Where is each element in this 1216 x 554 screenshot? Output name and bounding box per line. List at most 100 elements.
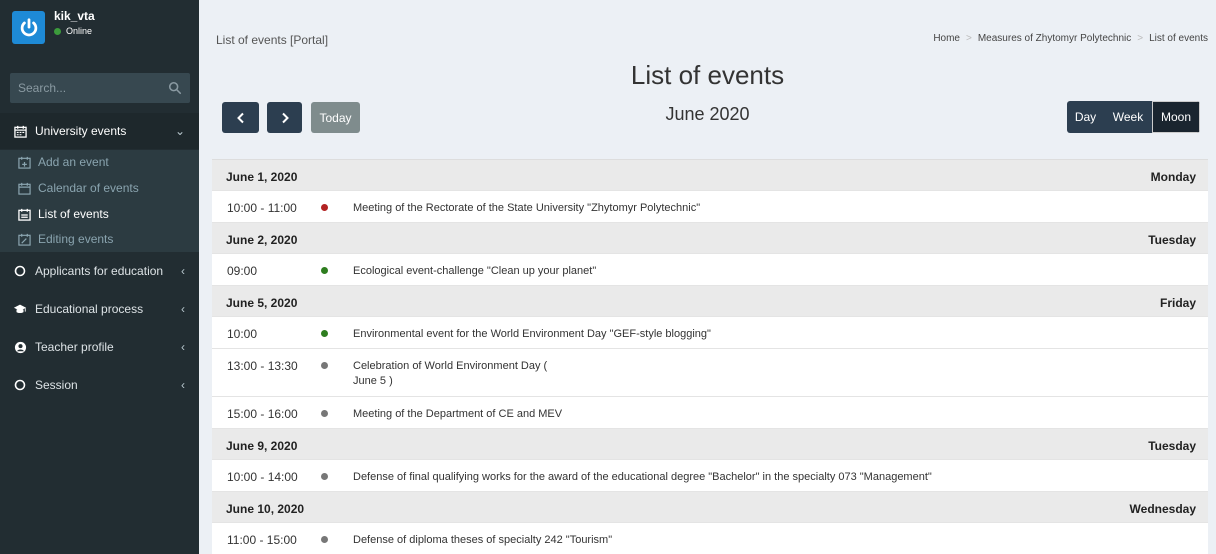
user-circle-icon <box>13 340 27 354</box>
event-status-dot-icon <box>321 473 328 480</box>
events-list: June 1, 2020 Monday 10:00 - 11:00 Meetin… <box>212 159 1208 554</box>
date-row: June 10, 2020 Wednesday <box>212 492 1208 523</box>
date-row: June 9, 2020 Tuesday <box>212 429 1208 460</box>
event-title[interactable]: Defense of diploma theses of specialty 2… <box>353 533 612 548</box>
view-month-button[interactable]: Moon <box>1152 101 1200 133</box>
chevron-down-icon: ⌄ <box>174 124 185 138</box>
chevron-left-icon: ‹ <box>181 302 185 316</box>
submenu-item-editing-events[interactable]: Editing events <box>0 228 199 250</box>
user-status: Online <box>54 26 92 36</box>
page-title: List of events [Portal] <box>216 33 329 47</box>
graduation-cap-icon <box>13 302 27 316</box>
event-title[interactable]: Meeting of the Department of CE and MEV <box>353 407 562 422</box>
search-box <box>10 73 190 103</box>
event-row[interactable]: 10:00 Environmental event for the World … <box>212 317 1208 349</box>
view-week-button[interactable]: Week <box>1104 101 1152 133</box>
sidebar-item-label: Educational process <box>35 302 144 316</box>
calendar-title: List of events <box>630 60 785 90</box>
power-icon <box>20 17 37 36</box>
event-date: June 5, 2020 <box>226 296 298 310</box>
status-label: Online <box>66 26 93 36</box>
search-icon[interactable] <box>168 81 182 95</box>
event-title[interactable]: Ecological event-challenge "Clean up you… <box>353 264 596 279</box>
event-time: 13:00 - 13:30 <box>227 359 298 373</box>
search-input[interactable] <box>10 73 160 103</box>
event-date: June 10, 2020 <box>226 502 305 516</box>
content-header: List of events [Portal] Home > Measures … <box>199 0 1216 50</box>
breadcrumb-measures[interactable]: Measures of Zhytomyr Polytechnic <box>978 33 1131 44</box>
submenu-item-add-event[interactable]: Add an event <box>0 151 199 173</box>
event-date: June 1, 2020 <box>226 170 298 184</box>
submenu-item-list-of-events[interactable]: List of events <box>0 203 199 225</box>
sidebar-item-label: Applicants for education <box>35 264 164 278</box>
view-day-button[interactable]: Day <box>1067 101 1104 133</box>
view-switcher: Day Week Moon <box>1067 101 1200 133</box>
event-row[interactable]: 10:00 - 14:00 Defense of final qualifyin… <box>212 460 1208 492</box>
chevron-left-icon <box>236 112 244 123</box>
event-time: 15:00 - 16:00 <box>227 407 298 421</box>
sidebar-item-session[interactable]: Session ‹ <box>0 367 199 403</box>
event-status-dot-icon <box>321 362 328 369</box>
event-row[interactable]: 10:00 - 11:00 Meeting of the Rectorate o… <box>212 191 1208 223</box>
calendar-edit-icon <box>18 233 31 246</box>
chevron-right-icon <box>281 112 289 123</box>
event-status-dot-icon <box>321 410 328 417</box>
chevron-left-icon: ‹ <box>181 340 185 354</box>
submenu-item-label: Add an event <box>38 155 109 169</box>
event-title-line: Celebration of World Environment Day ( <box>353 360 548 372</box>
avatar[interactable] <box>12 11 45 44</box>
event-date: June 9, 2020 <box>226 439 298 453</box>
event-weekday: Wednesday <box>1129 502 1196 516</box>
breadcrumb-separator-icon: > <box>1137 33 1144 44</box>
event-title[interactable]: Defense of final qualifying works for th… <box>353 470 932 485</box>
event-status-dot-icon <box>321 330 328 337</box>
online-dot-icon <box>54 27 61 35</box>
breadcrumb-home[interactable]: Home <box>933 33 960 44</box>
username: kik_vta <box>54 9 95 23</box>
prev-button[interactable] <box>222 102 259 133</box>
chevron-left-icon: ‹ <box>181 264 185 278</box>
event-row[interactable]: 13:00 - 13:30 Celebration of World Envir… <box>212 349 1208 397</box>
event-weekday: Friday <box>1159 296 1196 310</box>
event-title[interactable]: Celebration of World Environment Day ( J… <box>353 359 547 389</box>
circle-icon <box>13 378 27 392</box>
sidebar-item-university-events[interactable]: University events ⌄ <box>0 113 199 149</box>
submenu-university-events: Add an event Calendar of events List of … <box>0 150 199 252</box>
date-row: June 2, 2020 Tuesday <box>212 223 1208 254</box>
event-time: 10:00 <box>227 327 258 341</box>
sidebar-item-teacher-profile[interactable]: Teacher profile ‹ <box>0 329 199 365</box>
event-time: 11:00 - 15:00 <box>227 533 297 547</box>
user-panel: kik_vta Online <box>0 0 199 64</box>
calendar-icon <box>13 124 27 138</box>
event-status-dot-icon <box>321 536 328 543</box>
event-row[interactable]: 11:00 - 15:00 Defense of diploma theses … <box>212 523 1208 554</box>
sidebar-item-label: Teacher profile <box>35 340 114 354</box>
calendar-icon <box>18 182 31 195</box>
next-button[interactable] <box>267 102 302 133</box>
event-weekday: Tuesday <box>1148 439 1196 453</box>
circle-icon <box>13 264 27 278</box>
event-date: June 2, 2020 <box>226 233 298 247</box>
sidebar-item-label: Session <box>35 378 78 392</box>
event-time: 10:00 - 14:00 <box>227 470 298 484</box>
calendar-plus-icon <box>18 156 31 169</box>
breadcrumb-separator-icon: > <box>966 33 972 44</box>
submenu-item-label: List of events <box>38 207 109 221</box>
event-title[interactable]: Environmental event for the World Enviro… <box>353 327 711 342</box>
sidebar-item-applicants[interactable]: Applicants for education ‹ <box>0 253 199 289</box>
event-weekday: Monday <box>1150 170 1196 184</box>
event-title-line: June 5 ) <box>353 375 393 387</box>
sidebar-item-label: University events <box>35 124 127 138</box>
breadcrumb-current: List of events <box>1149 33 1208 44</box>
event-time: 09:00 <box>227 264 258 278</box>
sidebar: kik_vta Online University events ⌄ Add a… <box>0 0 199 554</box>
today-button[interactable]: Today <box>311 102 360 133</box>
event-weekday: Tuesday <box>1148 233 1196 247</box>
date-row: June 5, 2020 Friday <box>212 286 1208 317</box>
submenu-item-calendar-of-events[interactable]: Calendar of events <box>0 177 199 199</box>
event-title[interactable]: Meeting of the Rectorate of the State Un… <box>353 201 700 216</box>
event-row[interactable]: 15:00 - 16:00 Meeting of the Department … <box>212 397 1208 429</box>
sidebar-item-educational-process[interactable]: Educational process ‹ <box>0 291 199 327</box>
event-row[interactable]: 09:00 Ecological event-challenge "Clean … <box>212 254 1208 286</box>
event-time: 10:00 - 11:00 <box>227 201 297 215</box>
